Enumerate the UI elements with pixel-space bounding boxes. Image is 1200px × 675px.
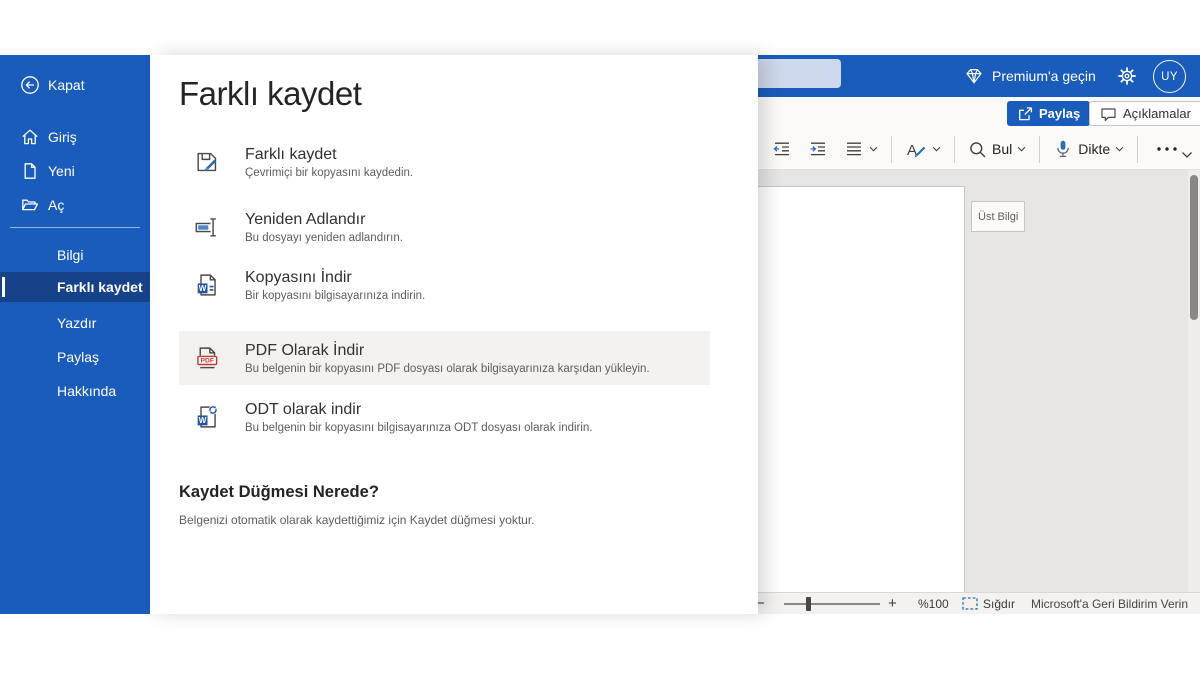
sidebar-item-kapat[interactable]: Kapat — [0, 73, 150, 97]
rename-icon — [190, 214, 224, 240]
where-is-save-text: Belgenizi otomatik olarak kaydettiğimiz … — [179, 513, 535, 527]
svg-text:W: W — [199, 284, 207, 293]
word-document-icon: W — [190, 272, 224, 298]
sidebar-item-paylas[interactable]: Paylaş — [0, 345, 150, 369]
sidebar-item-label: Paylaş — [57, 349, 100, 365]
premium-label: Premium'a geçin — [992, 68, 1096, 84]
option-title: Kopyasını İndir — [245, 268, 352, 286]
comments-label: Açıklamalar — [1123, 106, 1191, 121]
chevron-down-icon — [1115, 146, 1124, 152]
saveas-option-rename[interactable]: Yeniden Adlandır Bu dosyayı yeniden adla… — [179, 200, 710, 254]
saveas-option-download-odt[interactable]: W ODT olarak indir Bu belgenin bir kopya… — [179, 390, 710, 444]
option-title: Yeniden Adlandır — [245, 210, 366, 228]
option-description: Bu dosyayı yeniden adlandırın. — [245, 232, 403, 245]
scrollbar-thumb[interactable] — [1190, 175, 1198, 320]
word-web-app: Premium'a geçin UY Paylaş Açıklamalar A … — [0, 55, 1200, 614]
sidebar-item-bilgi[interactable]: Bilgi — [0, 243, 150, 267]
save-as-icon — [190, 149, 224, 175]
sidebar-divider — [10, 227, 140, 228]
option-title: Farklı kaydet — [245, 145, 337, 163]
home-icon — [20, 127, 40, 147]
sidebar-item-label: Farklı kaydet — [57, 279, 143, 295]
back-circle-icon — [20, 75, 40, 95]
option-description: Bu belgenin bir kopyasını bilgisayarınız… — [245, 422, 593, 435]
sidebar-item-ac[interactable]: Aç — [0, 193, 150, 217]
option-title: PDF Olarak İndir — [245, 341, 365, 359]
ribbon-toolbar: A Bul Dikte — [746, 131, 1183, 167]
option-description: Bir kopyasını bilgisayarınıza indirin. — [245, 290, 426, 303]
premium-diamond-icon — [964, 66, 984, 86]
sidebar-item-hakkinda[interactable]: Hakkında — [0, 379, 150, 403]
zoom-level-value: %100 — [918, 596, 949, 611]
sidebar-item-label: Kapat — [48, 77, 85, 93]
where-is-save-title: Kaydet Düğmesi Nerede? — [179, 483, 379, 501]
option-title: ODT olarak indir — [245, 400, 362, 418]
odt-document-icon: W — [190, 404, 224, 430]
sidebar-item-yeni[interactable]: Yeni — [0, 159, 150, 183]
more-options-icon[interactable] — [1151, 146, 1183, 152]
pdf-document-icon: PDF — [190, 345, 224, 371]
sidebar-item-giris[interactable]: Giriş — [0, 125, 150, 149]
chevron-down-icon — [932, 146, 941, 152]
share-icon — [1017, 106, 1033, 122]
share-label: Paylaş — [1039, 106, 1081, 121]
premium-upgrade-button[interactable]: Premium'a geçin — [964, 55, 1096, 97]
text-effects-button[interactable]: A — [905, 139, 941, 159]
sidebar-item-farkli-kaydet[interactable]: Farklı kaydet — [0, 272, 150, 302]
chevron-down-icon — [869, 146, 878, 152]
find-button[interactable]: Bul — [968, 140, 1026, 159]
sidebar-item-label: Yazdır — [57, 315, 97, 331]
avatar-initials: UY — [1161, 70, 1178, 83]
backstage-sidebar: Kapat Giriş Yeni Aç Bilgi Farklı kaydet … — [0, 55, 150, 614]
dictate-label: Dikte — [1078, 141, 1111, 157]
toolbar-divider — [954, 135, 955, 163]
toolbar-divider — [1039, 135, 1041, 163]
share-button[interactable]: Paylaş — [1007, 101, 1091, 126]
saveas-option-save-a-copy[interactable]: Farklı kaydet Çevrimiçi bir kopyasını ka… — [179, 135, 710, 189]
feedback-link[interactable]: Microsoft'a Geri Bildirim Verin — [1031, 593, 1188, 614]
fit-to-page-icon[interactable] — [962, 593, 978, 614]
fit-to-page-label[interactable]: Sığdır — [983, 593, 1015, 614]
increase-indent-icon[interactable] — [808, 139, 828, 159]
account-avatar[interactable]: UY — [1153, 60, 1186, 93]
saveas-option-download-pdf[interactable]: PDF PDF Olarak İndir Bu belgenin bir kop… — [179, 331, 710, 385]
ribbon-collapse-chevron-icon[interactable] — [1181, 151, 1193, 159]
screenshot-root: Premium'a geçin UY Paylaş Açıklamalar A … — [0, 0, 1200, 675]
comments-button[interactable]: Açıklamalar — [1089, 101, 1200, 126]
saveas-option-download-copy[interactable]: W Kopyasını İndir Bir kopyasını bilgisay… — [179, 258, 710, 312]
toolbar-divider — [891, 135, 892, 163]
vertical-scrollbar[interactable] — [1188, 170, 1200, 592]
svg-text:W: W — [199, 416, 207, 425]
find-label: Bul — [992, 141, 1013, 157]
microphone-icon — [1057, 140, 1070, 158]
sidebar-item-yazdir[interactable]: Yazdır — [0, 311, 150, 335]
open-folder-icon — [20, 195, 40, 215]
option-description: Çevrimiçi bir kopyasını kaydedin. — [245, 167, 414, 180]
page-title: Farklı kaydet — [179, 75, 362, 112]
option-description: Bu belgenin bir kopyasını PDF dosyası ol… — [245, 363, 650, 376]
sidebar-item-label: Bilgi — [57, 247, 84, 263]
settings-gear-icon[interactable] — [1117, 66, 1137, 86]
zoom-slider[interactable] — [784, 593, 880, 614]
toolbar-divider — [1137, 135, 1139, 163]
sidebar-item-label: Aç — [48, 197, 65, 213]
zoom-in-button[interactable]: + — [888, 593, 897, 614]
svg-text:PDF: PDF — [201, 358, 215, 365]
alignment-options-button[interactable] — [844, 139, 878, 159]
decrease-indent-icon[interactable] — [772, 139, 792, 159]
header-tag-label: Üst Bilgi — [978, 210, 1019, 223]
sidebar-item-label: Yeni — [48, 163, 75, 179]
dictate-button[interactable]: Dikte — [1053, 139, 1124, 159]
zoom-slider-thumb[interactable] — [806, 596, 811, 611]
sidebar-item-label: Giriş — [48, 129, 77, 145]
backstage-panel: Farklı kaydet Farklı kaydet Çevrimiçi bi… — [150, 55, 758, 614]
search-icon — [970, 141, 986, 157]
comment-bubble-icon — [1100, 106, 1117, 122]
sidebar-item-label: Hakkında — [57, 383, 117, 399]
new-document-icon — [20, 161, 40, 181]
chevron-down-icon — [1017, 146, 1026, 152]
header-tag: Üst Bilgi — [971, 201, 1026, 232]
